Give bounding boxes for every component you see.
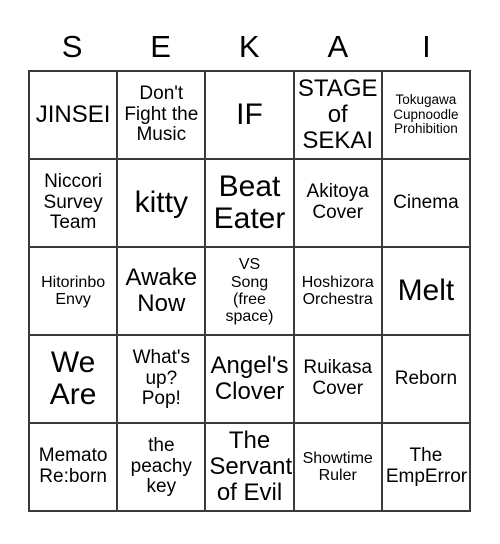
bingo-header-row: S E K A I — [28, 22, 471, 70]
bingo-cell-3-3[interactable]: Ruikasa Cover — [294, 336, 383, 424]
bingo-cell-label: Memato Re:born — [38, 445, 108, 487]
bingo-cell-label: Ruikasa Cover — [303, 357, 373, 399]
bingo-cell-4-0[interactable]: Memato Re:born — [30, 424, 119, 512]
bingo-cell-label: We Are — [49, 345, 97, 411]
bingo-cell-2-0[interactable]: Hitorinbo Envy — [30, 248, 119, 336]
bingo-cell-1-1[interactable]: kitty — [118, 160, 207, 248]
bingo-cell-label: the peachy key — [130, 435, 192, 498]
bingo-cell-1-3[interactable]: Akitoya Cover — [294, 160, 383, 248]
bingo-cell-0-3[interactable]: STAGE of SEKAI — [294, 72, 383, 160]
bingo-cell-1-2[interactable]: Beat Eater — [206, 160, 295, 248]
bingo-cell-label: Cinema — [393, 191, 459, 213]
bingo-cell-label: STAGE of SEKAI — [297, 75, 378, 154]
bingo-cell-2-4[interactable]: Melt — [382, 248, 472, 336]
bingo-cell-label: The EmpError — [385, 445, 468, 487]
bingo-row-2: Hitorinbo Envy Awake Now VS Song (free s… — [30, 248, 472, 336]
bingo-cell-3-2[interactable]: Angel's Clover — [206, 336, 295, 424]
bingo-cell-label: Melt — [397, 273, 455, 307]
bingo-header-letter-0: S — [61, 28, 83, 64]
bingo-header-letter-3: A — [327, 28, 349, 64]
bingo-card: S E K A I JINSEI Don't Fight the Music I… — [28, 22, 472, 512]
bingo-cell-0-4[interactable]: Tokugawa Cupnoodle Prohibition — [382, 72, 472, 160]
bingo-cell-label: Hitorinbo Envy — [41, 273, 106, 308]
bingo-cell-label: VS Song (free space) — [225, 256, 274, 326]
bingo-cell-4-3[interactable]: Showtime Ruler — [294, 424, 383, 512]
bingo-cell-0-1[interactable]: Don't Fight the Music — [118, 72, 207, 160]
bingo-cell-label: The Servant of Evil — [209, 427, 293, 506]
bingo-cell-label: Reborn — [394, 367, 458, 389]
bingo-cell-1-4[interactable]: Cinema — [382, 160, 472, 248]
bingo-cell-0-2[interactable]: IF — [206, 72, 295, 160]
bingo-row-0: JINSEI Don't Fight the Music IF STAGE of… — [30, 72, 472, 160]
bingo-row-1: Niccori Survey Team kitty Beat Eater Aki… — [30, 160, 472, 248]
bingo-cell-0-0[interactable]: JINSEI — [30, 72, 119, 160]
bingo-cell-3-1[interactable]: What's up? Pop! — [118, 336, 207, 424]
bingo-cell-label: Tokugawa Cupnoodle Prohibition — [393, 92, 459, 137]
bingo-row-3: We Are What's up? Pop! Angel's Clover Ru… — [30, 336, 472, 424]
bingo-cell-4-1[interactable]: the peachy key — [118, 424, 207, 512]
bingo-header-letter-1: E — [150, 28, 172, 64]
bingo-cell-label: kitty — [134, 185, 188, 219]
bingo-header-letter-4: I — [422, 28, 432, 64]
bingo-cell-3-4[interactable]: Reborn — [382, 336, 472, 424]
bingo-cell-4-4[interactable]: The EmpError — [382, 424, 472, 512]
bingo-cell-free-space[interactable]: VS Song (free space) — [206, 248, 295, 336]
bingo-cell-label: Akitoya Cover — [306, 181, 369, 223]
bingo-cell-label: Angel's Clover — [210, 352, 289, 405]
bingo-cell-label: Beat Eater — [213, 169, 286, 235]
bingo-row-4: Memato Re:born the peachy key The Servan… — [30, 424, 472, 512]
bingo-cell-label: Don't Fight the Music — [124, 83, 199, 146]
bingo-cell-label: JINSEI — [35, 101, 111, 129]
bingo-cell-2-3[interactable]: Hoshizora Orchestra — [294, 248, 383, 336]
bingo-cell-4-2[interactable]: The Servant of Evil — [206, 424, 295, 512]
bingo-cell-3-0[interactable]: We Are — [30, 336, 119, 424]
bingo-cell-label: Awake Now — [125, 264, 198, 317]
bingo-header-letter-2: K — [238, 28, 261, 64]
bingo-cell-2-1[interactable]: Awake Now — [118, 248, 207, 336]
bingo-cell-1-0[interactable]: Niccori Survey Team — [30, 160, 119, 248]
bingo-cell-label: Showtime Ruler — [302, 449, 373, 484]
bingo-cell-label: IF — [236, 97, 263, 131]
bingo-cell-label: Hoshizora Orchestra — [301, 273, 374, 308]
bingo-cell-label: Niccori Survey Team — [43, 171, 103, 234]
bingo-grid: JINSEI Don't Fight the Music IF STAGE of… — [28, 70, 472, 512]
bingo-cell-label: What's up? Pop! — [132, 347, 191, 410]
